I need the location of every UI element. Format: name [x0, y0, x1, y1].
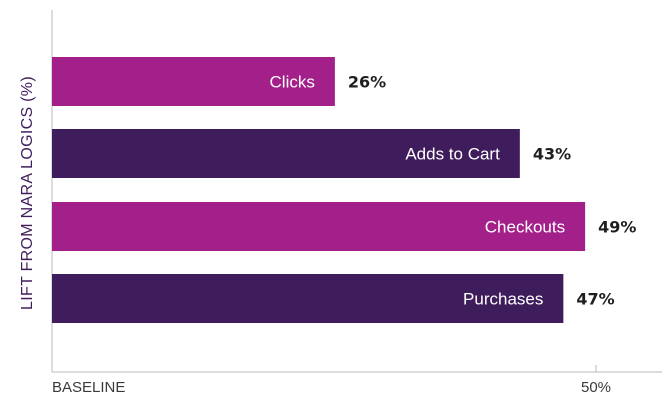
bar-value-label: 49%: [598, 218, 636, 237]
bar-chart: LIFT FROM NARA LOGICS (%) Clicks 26% Adds …: [19, 10, 662, 396]
bar-category-label: Clicks: [270, 73, 315, 92]
x-ticks-layer: BASELINE 50%: [51, 365, 611, 396]
y-axis-title: LIFT FROM NARA LOGICS (%): [19, 76, 36, 310]
bar-value-label: 26%: [348, 73, 386, 92]
bar-value-label: 43%: [533, 145, 571, 164]
bars-layer: Clicks 26% Adds to Cart 43% Checkouts 49% Purc…: [52, 57, 636, 323]
x-tick-label: 50%: [581, 379, 611, 396]
bar-value-label: 47%: [576, 290, 614, 309]
bar-category-label: Checkouts: [485, 218, 565, 237]
bar-category-label: Adds to Cart: [405, 145, 500, 164]
bar-category-label: Purchases: [463, 290, 543, 309]
x-tick-label: BASELINE: [52, 379, 125, 396]
